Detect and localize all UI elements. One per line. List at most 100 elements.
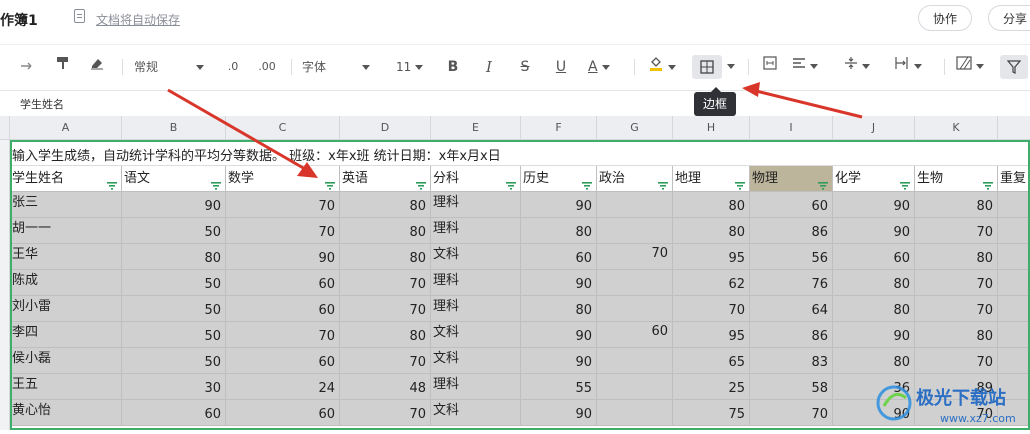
underline-button[interactable]: U [552,55,570,79]
data-cell[interactable] [998,270,1030,296]
data-cell[interactable]: 30 [122,374,226,400]
data-cell[interactable]: 理科 [431,296,521,322]
workbook-title[interactable]: 作簿1 [0,10,38,30]
format-painter-icon[interactable] [52,55,74,79]
select-all-corner[interactable] [0,116,10,140]
font-size-select[interactable]: 11 [396,55,430,79]
filter-dropdown-icon[interactable] [416,175,426,190]
data-cell[interactable] [597,270,673,296]
data-cell[interactable]: 80 [521,296,597,322]
data-cell[interactable]: 60 [226,348,340,374]
data-cell[interactable] [597,374,673,400]
info-row[interactable]: 输入学生成绩，自动统计学科的平均分等数据。 班级：x年x班 统计日期：x年x月x… [10,140,1030,166]
data-cell[interactable]: 64 [750,296,833,322]
header-cell[interactable]: 重复 [998,166,1030,192]
data-cell[interactable]: 理科 [431,218,521,244]
redo-icon[interactable] [16,55,38,79]
data-cell[interactable]: 陈成 [10,270,122,296]
data-cell[interactable]: 70 [340,270,431,296]
number-format-select[interactable]: 常规 [134,55,210,79]
data-cell[interactable]: 文科 [431,400,521,426]
data-cell[interactable]: 60 [226,400,340,426]
data-cell[interactable]: 80 [521,218,597,244]
header-cell[interactable]: 数学 [226,166,340,192]
decrease-decimal-button[interactable]: .0 [222,55,244,79]
data-cell[interactable]: 50 [122,348,226,374]
data-cell[interactable]: 张三 [10,192,122,218]
filter-dropdown-icon[interactable] [658,175,668,190]
data-cell[interactable]: 80 [340,192,431,218]
filter-dropdown-icon[interactable] [582,175,592,190]
filter-dropdown-icon[interactable] [818,175,828,190]
data-cell[interactable]: 王华 [10,244,122,270]
filter-dropdown-icon[interactable] [325,175,335,190]
data-cell[interactable]: 80 [340,218,431,244]
header-cell[interactable]: 地理 [673,166,750,192]
data-cell[interactable]: 62 [673,270,750,296]
data-cell[interactable]: 86 [750,322,833,348]
column-header-f[interactable]: F [521,116,597,140]
data-cell[interactable]: 文科 [431,348,521,374]
data-cell[interactable]: 48 [340,374,431,400]
data-cell[interactable]: 70 [340,348,431,374]
data-cell[interactable]: 80 [340,322,431,348]
increase-decimal-button[interactable]: .00 [254,55,280,79]
align-left-button[interactable] [792,55,828,79]
data-cell[interactable]: 80 [833,296,915,322]
data-cell[interactable]: 50 [122,296,226,322]
filter-dropdown-icon[interactable] [900,175,910,190]
column-header-e[interactable]: E [431,116,521,140]
formula-bar-content[interactable]: 学生姓名 [20,96,64,112]
data-cell[interactable]: 58 [750,374,833,400]
data-cell[interactable]: 80 [673,192,750,218]
data-cell[interactable] [597,218,673,244]
data-cell[interactable]: 65 [673,348,750,374]
data-cell[interactable]: 70 [340,296,431,322]
filter-dropdown-icon[interactable] [506,175,516,190]
data-cell[interactable]: 80 [833,348,915,374]
data-cell[interactable]: 90 [521,322,597,348]
header-cell[interactable]: 历史 [521,166,597,192]
data-cell[interactable]: 70 [340,400,431,426]
header-cell[interactable]: 分科 [431,166,521,192]
data-cell[interactable]: 60 [226,296,340,322]
font-color-button[interactable]: A [588,55,622,79]
column-header-i[interactable]: I [750,116,833,140]
data-cell[interactable]: 70 [915,296,998,322]
data-cell[interactable]: 70 [915,348,998,374]
data-cell[interactable]: 80 [673,218,750,244]
data-cell[interactable]: 76 [750,270,833,296]
border-dropdown[interactable] [724,55,738,79]
filter-dropdown-icon[interactable] [735,175,745,190]
data-cell[interactable] [998,192,1030,218]
collaborate-button[interactable]: 协作 [918,5,972,31]
data-cell[interactable] [597,400,673,426]
row-header-gutter[interactable] [0,140,10,430]
data-cell[interactable] [597,296,673,322]
data-cell[interactable]: 80 [833,270,915,296]
data-cell[interactable]: 王五 [10,374,122,400]
data-cell[interactable] [998,348,1030,374]
filter-button[interactable] [1000,55,1028,79]
data-cell[interactable]: 83 [750,348,833,374]
data-cell[interactable]: 60 [226,270,340,296]
header-cell[interactable]: 物理 [750,166,833,192]
data-cell[interactable]: 90 [833,192,915,218]
data-cell[interactable]: 70 [226,218,340,244]
data-cell[interactable]: 70 [673,296,750,322]
border-button[interactable] [692,55,722,79]
data-cell[interactable]: 90 [122,192,226,218]
data-cell[interactable]: 90 [521,400,597,426]
column-header-h[interactable]: H [673,116,750,140]
data-cell[interactable]: 80 [915,322,998,348]
eraser-icon[interactable] [86,55,108,79]
data-cell[interactable]: 60 [833,244,915,270]
header-cell[interactable]: 政治 [597,166,673,192]
data-cell[interactable]: 80 [340,244,431,270]
data-cell[interactable]: 86 [750,218,833,244]
data-cell[interactable]: 90 [226,244,340,270]
header-cell[interactable]: 化学 [833,166,915,192]
data-cell[interactable]: 25 [673,374,750,400]
autosave-status[interactable]: 文档将自动保存 [96,11,180,28]
header-cell[interactable]: 生物 [915,166,998,192]
